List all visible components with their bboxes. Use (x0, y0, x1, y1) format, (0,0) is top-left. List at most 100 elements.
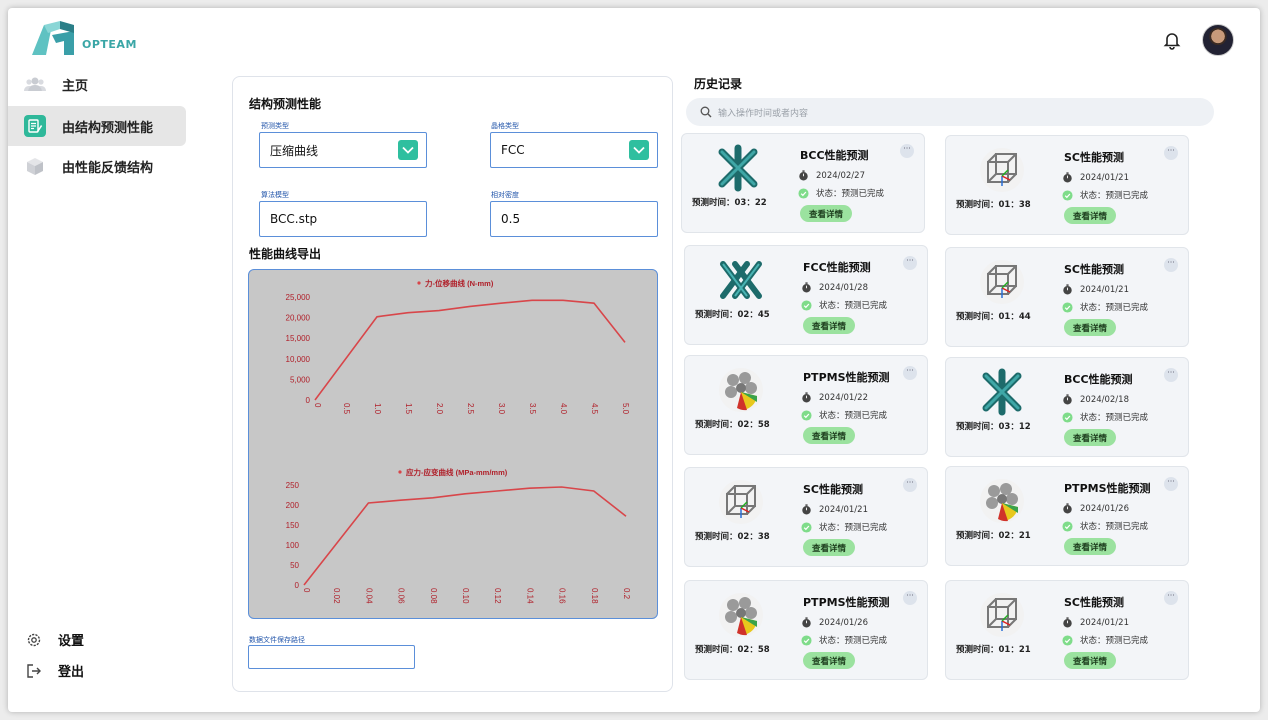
y-tick-label: 0 (306, 396, 311, 405)
history-title: 历史记录 (694, 77, 743, 91)
stopwatch-icon (1063, 503, 1072, 514)
check-circle-icon (1062, 301, 1073, 313)
curves-title: 性能曲线导出 (249, 247, 322, 261)
card-date-row: 2024/01/21 (801, 504, 868, 515)
check-circle-icon (801, 299, 812, 311)
user-avatar[interactable] (1202, 24, 1234, 56)
x-tick-label: 0.5 (342, 403, 351, 415)
view-details-button[interactable]: 查看详情 (803, 539, 855, 556)
card-status-row: 状态： 预测已完成 (801, 634, 887, 646)
view-details-button[interactable]: 查看详情 (1064, 538, 1116, 555)
stopwatch-icon (802, 282, 811, 293)
card-status: 预测已完成 (1105, 636, 1149, 646)
more-options-icon[interactable]: ··· (903, 256, 917, 270)
x-tick-label: 0.02 (332, 588, 341, 604)
card-date-row: 2024/01/22 (801, 392, 868, 403)
x-tick-label: 3.0 (497, 403, 506, 415)
view-details-button[interactable]: 查看详情 (803, 652, 855, 669)
x-tick-label: 0.18 (590, 588, 599, 604)
card-date: 2024/01/21 (1080, 172, 1129, 183)
more-options-icon[interactable]: ··· (903, 478, 917, 492)
curves-chart-area: 力-位移曲线 (N-mm) 0 5,000 10,000 15,000 20,000 25,… (248, 269, 658, 619)
predict-time: 预测时间：02：58 (695, 645, 770, 655)
more-options-icon[interactable]: ··· (900, 144, 914, 158)
structure-thumbnail (978, 258, 1026, 306)
sidebar-item-predict-performance[interactable]: 由结构预测性能 (8, 106, 186, 146)
more-options-icon[interactable]: ··· (1164, 477, 1178, 491)
view-details-button[interactable]: 查看详情 (1064, 319, 1116, 336)
history-card: 预测时间：01：44 SC性能预测 ··· 2024/01/21 状态： 预测已完成 查看详… (945, 247, 1189, 347)
card-date-row: 2024/01/21 (1062, 172, 1129, 183)
predict-type-select[interactable]: 压缩曲线 (259, 132, 427, 168)
x-tick-label: 0.16 (558, 588, 567, 604)
predict-time: 预测时间：03：12 (956, 422, 1031, 432)
bell-icon[interactable] (1162, 30, 1182, 50)
card-status-row: 状态： 预测已完成 (798, 187, 884, 199)
history-card: 预测时间：03：22 BCC性能预测 ··· 2024/02/27 状态： 预测已完成 查看… (681, 133, 925, 233)
card-title: SC性能预测 (1064, 263, 1124, 276)
x-tick-label: 0.14 (525, 588, 534, 604)
y-tick-label: 20,000 (286, 314, 311, 323)
more-options-icon[interactable]: ··· (903, 591, 917, 605)
algo-model-input[interactable]: BCC.stp (259, 201, 427, 237)
more-options-icon[interactable]: ··· (1164, 368, 1178, 382)
lattice-type-select[interactable]: FCC (490, 132, 658, 168)
stopwatch-icon (802, 504, 811, 515)
card-status: 预测已完成 (1105, 522, 1149, 532)
check-circle-icon (1062, 520, 1073, 532)
x-tick-label: 3.5 (528, 403, 537, 415)
gear-icon (27, 633, 41, 646)
view-details-button[interactable]: 查看详情 (800, 205, 852, 222)
y-tick-label: 100 (286, 541, 300, 550)
y-tick-label: 25,000 (286, 293, 311, 302)
settings-button[interactable]: 设置 (26, 630, 84, 649)
history-card: 预测时间：02：58 PTPMS性能预测 ··· 2024/01/26 状态： 预测已完成… (684, 580, 928, 680)
view-details-button[interactable]: 查看详情 (803, 427, 855, 444)
view-details-button[interactable]: 查看详情 (1064, 652, 1116, 669)
x-tick-label: 0.08 (429, 588, 438, 604)
card-date: 2024/01/22 (819, 392, 868, 403)
algo-model-value: BCC.stp (270, 212, 318, 226)
x-tick-label: 0.04 (364, 588, 373, 604)
history-search-input[interactable]: 输入操作时间或者内容 (686, 98, 1214, 126)
card-status: 预测已完成 (844, 411, 888, 421)
check-circle-icon (798, 187, 809, 199)
sidebar-item-home[interactable]: 主页 (8, 64, 186, 104)
cube-icon (24, 155, 46, 177)
logout-button[interactable]: 登出 (26, 661, 84, 680)
check-circle-icon (801, 521, 812, 533)
card-title: SC性能预测 (1064, 151, 1124, 164)
x-tick-label: 0.12 (493, 588, 502, 604)
more-options-icon[interactable]: ··· (1164, 146, 1178, 160)
more-options-icon[interactable]: ··· (1164, 591, 1178, 605)
more-options-icon[interactable]: ··· (1164, 258, 1178, 272)
density-input[interactable]: 0.5 (490, 201, 658, 237)
edit-doc-icon (24, 115, 46, 137)
card-date: 2024/01/28 (819, 282, 868, 293)
structure-thumbnail (978, 477, 1026, 525)
y-tick-label: 200 (286, 501, 300, 510)
history-card: 预测时间：02：58 PTPMS性能预测 ··· 2024/01/22 状态： 预测已完成… (684, 355, 928, 455)
card-status-row: 状态： 预测已完成 (1062, 301, 1148, 313)
y-tick-label: 0 (295, 581, 300, 590)
chevron-down-icon[interactable] (398, 140, 418, 160)
more-options-icon[interactable]: ··· (903, 366, 917, 380)
history-card: 预测时间：03：12 BCC性能预测 ··· 2024/02/18 状态： 预测已完成 查看… (945, 357, 1189, 457)
sidebar-item-reverse-structure[interactable]: 由性能反馈结构 (8, 146, 186, 186)
view-details-button[interactable]: 查看详情 (1064, 429, 1116, 446)
view-details-button[interactable]: 查看详情 (803, 317, 855, 334)
view-details-button[interactable]: 查看详情 (1064, 207, 1116, 224)
chevron-down-icon[interactable] (629, 140, 649, 160)
status-prefix: 状态： (819, 523, 845, 533)
card-date-row: 2024/02/18 (1062, 394, 1129, 405)
settings-label: 设置 (58, 634, 85, 649)
history-card: 预测时间：01：38 SC性能预测 ··· 2024/01/21 状态： 预测已完成 查看详… (945, 135, 1189, 235)
save-path-input[interactable] (248, 645, 415, 669)
history-card: 预测时间：01：21 SC性能预测 ··· 2024/01/21 状态： 预测已完成 查看详… (945, 580, 1189, 680)
card-status: 预测已完成 (1105, 413, 1149, 423)
card-status: 预测已完成 (844, 301, 888, 311)
card-status: 预测已完成 (844, 636, 888, 646)
card-status-row: 状态： 预测已完成 (801, 299, 887, 311)
card-status-row: 状态： 预测已完成 (1062, 634, 1148, 646)
y-tick-label: 5,000 (290, 375, 311, 384)
